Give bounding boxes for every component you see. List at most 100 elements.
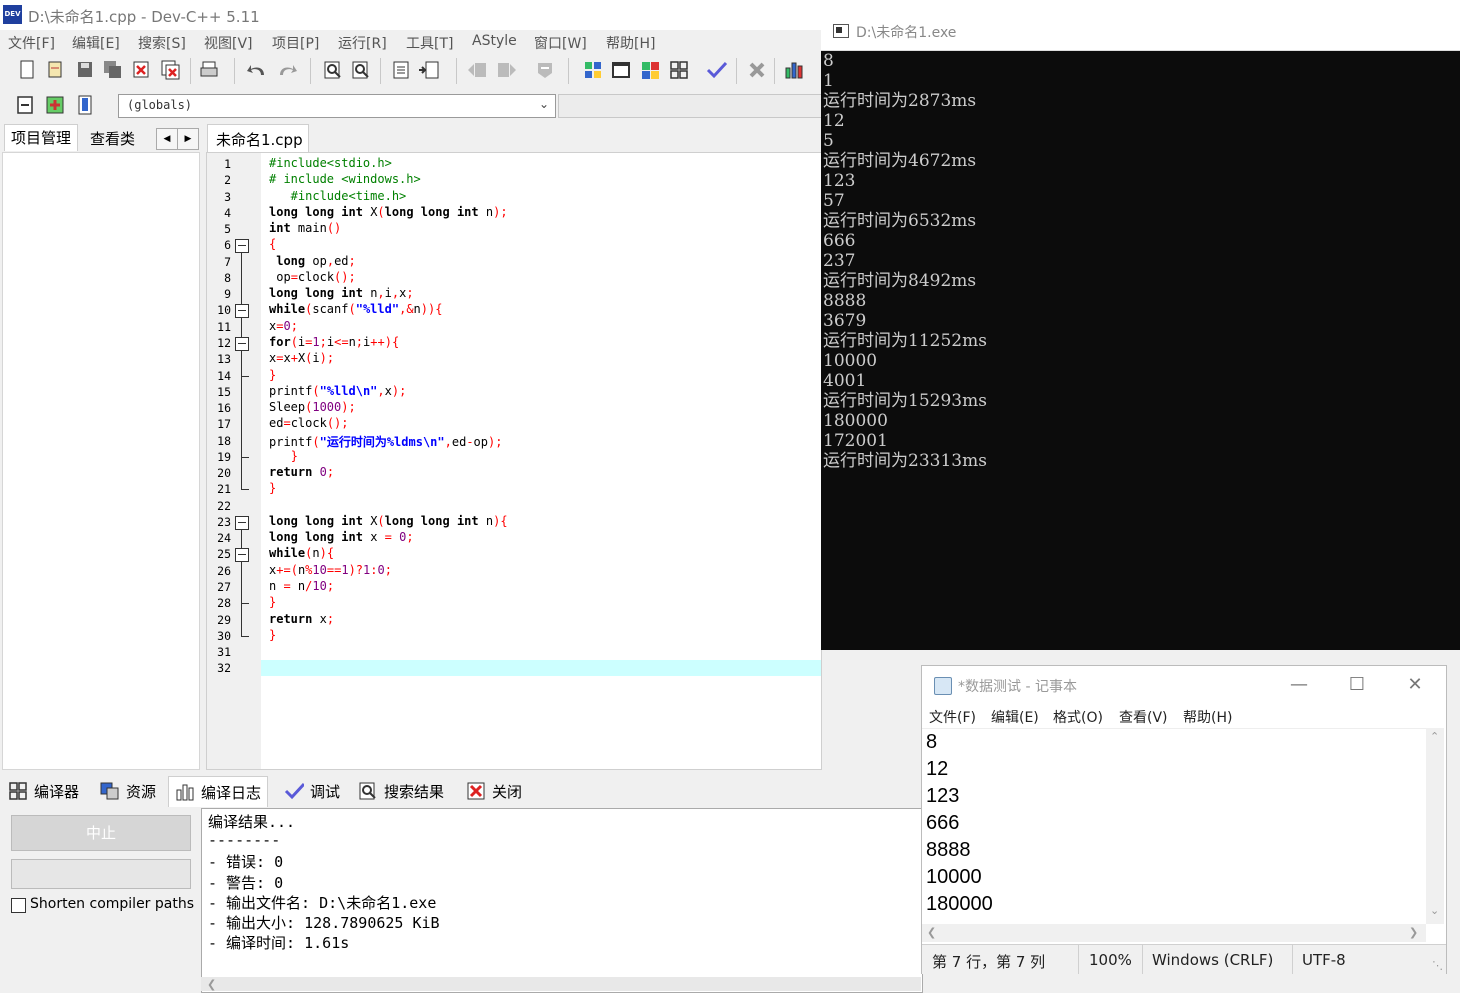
code-line[interactable]: op=clock(); — [269, 270, 356, 284]
compile-run-icon[interactable] — [640, 59, 662, 81]
code-line[interactable]: long op,ed; — [269, 254, 356, 268]
code-line[interactable]: return x; — [269, 612, 334, 626]
menu-view[interactable]: 视图[V] — [204, 33, 253, 53]
code-line[interactable]: #include<time.h> — [269, 189, 407, 203]
menu-edit[interactable]: 编辑[E] — [72, 33, 120, 53]
chevron-down-icon[interactable]: ⌄ — [539, 97, 549, 111]
console-output[interactable]: 8 1 运行时间为2873ms 12 5 运行时间为4672ms 123 57 运行时间为653… — [821, 50, 1460, 650]
tab-close[interactable]: 关闭 — [466, 778, 522, 804]
menu-search[interactable]: 搜索[S] — [138, 33, 186, 53]
code-line[interactable]: printf("%lld\n",x); — [269, 384, 406, 398]
save-icon[interactable] — [74, 59, 96, 81]
code-line[interactable]: # include <windows.h> — [269, 172, 421, 186]
code-line[interactable]: long long int X(long long int n); — [269, 205, 508, 219]
editor-tab-file[interactable]: 未命名1.cpp — [207, 124, 309, 153]
compile-log-output[interactable]: 编译结果... -------- - 错误: 0- 警告: 0- 输出文件名: D:… — [201, 808, 923, 993]
menu-window[interactable]: 窗口[W] — [534, 33, 587, 53]
profile-icon[interactable] — [784, 59, 806, 81]
tab-scroll-left-icon[interactable]: ◀ — [156, 128, 178, 150]
tab-compile-log[interactable]: 编译日志 — [168, 776, 269, 807]
np-menu-format[interactable]: 格式(O) — [1053, 707, 1103, 727]
new-project-icon[interactable] — [14, 94, 36, 116]
open-file-icon[interactable] — [44, 59, 66, 81]
menu-project[interactable]: 项目[P] — [272, 33, 319, 53]
log-horizontal-scrollbar[interactable]: ❮ — [201, 977, 921, 991]
syntax-check-icon[interactable] — [706, 59, 728, 81]
menu-astyle[interactable]: AStyle — [472, 33, 517, 49]
code-line[interactable]: long long int n,i,x; — [269, 286, 414, 300]
tab-class-browser[interactable]: 查看类 — [84, 126, 141, 152]
compile-icon[interactable] — [582, 59, 604, 81]
menu-tools[interactable]: 工具[T] — [406, 33, 453, 53]
np-menu-edit[interactable]: 编辑(E) — [991, 707, 1039, 727]
code-line[interactable]: n = n/10; — [269, 579, 334, 593]
np-menu-help[interactable]: 帮助(H) — [1183, 707, 1232, 727]
np-menu-view[interactable]: 查看(V) — [1119, 707, 1168, 727]
scroll-left-icon[interactable]: ❮ — [927, 926, 936, 939]
members-dropdown[interactable] — [558, 94, 822, 118]
bookmark-prev-icon[interactable] — [466, 59, 488, 81]
code-line[interactable]: x=0; — [269, 319, 298, 333]
shorten-paths-checkbox[interactable] — [11, 898, 26, 913]
tab-scroll-right-icon[interactable]: ▶ — [177, 128, 199, 150]
new-file-icon[interactable] — [16, 59, 38, 81]
tab-debug[interactable]: 调试 — [284, 778, 340, 804]
project-options-icon[interactable] — [74, 94, 96, 116]
redo-icon[interactable] — [276, 59, 298, 81]
code-line[interactable]: } — [269, 449, 298, 463]
code-line[interactable]: Sleep(1000); — [269, 400, 356, 414]
tab-search-results[interactable]: 搜索结果 — [358, 778, 444, 804]
maximize-button[interactable]: ☐ — [1342, 672, 1372, 698]
globals-dropdown[interactable]: (globals) ⌄ — [118, 94, 556, 118]
add-to-project-icon[interactable] — [44, 94, 66, 116]
np-menu-file[interactable]: 文件(F) — [929, 707, 976, 727]
code-line[interactable]: x=x+X(i); — [269, 351, 334, 365]
resize-grip-icon[interactable]: ⋱ — [1432, 959, 1443, 972]
code-line[interactable]: for(i=1;i<=n;i++){ — [269, 335, 399, 349]
tab-resources[interactable]: 资源 — [100, 778, 156, 804]
notepad-vertical-scrollbar[interactable]: ⌃ ⌄ — [1426, 728, 1444, 924]
code-line[interactable]: long long int x = 0; — [269, 530, 414, 544]
comment-icon[interactable] — [534, 59, 556, 81]
notepad-text-area[interactable]: 8 12 123 666 8888 10000 180000 — [922, 728, 1426, 925]
code-line[interactable]: } — [269, 628, 276, 642]
abort-compilation-button[interactable]: 中止 — [11, 815, 191, 851]
code-line[interactable]: int main() — [269, 221, 341, 235]
code-line[interactable]: while(n){ — [269, 546, 334, 560]
bookmark-next-icon[interactable] — [496, 59, 518, 81]
scroll-up-icon[interactable]: ⌃ — [1430, 730, 1439, 743]
project-tree-panel[interactable] — [2, 152, 200, 770]
code-line[interactable]: printf("运行时间为%ldms\n",ed-op); — [269, 433, 502, 450]
stop-execution-icon[interactable] — [746, 59, 768, 81]
close-all-icon[interactable] — [160, 59, 182, 81]
code-editor[interactable]: 1 2 3 4 5 6 7 8 9 10 11 12 13 14 15 16 17 18 19 20 21 22 23 24 2… — [206, 152, 822, 770]
menu-file[interactable]: 文件[F] — [8, 33, 55, 53]
run-icon[interactable] — [610, 59, 632, 81]
close-file-icon[interactable] — [130, 59, 152, 81]
notepad-horizontal-scrollbar[interactable]: ❮ ❯ — [922, 924, 1426, 942]
save-all-icon[interactable] — [102, 59, 124, 81]
code-line[interactable]: } — [269, 481, 276, 495]
replace-icon[interactable] — [350, 59, 372, 81]
menu-run[interactable]: 运行[R] — [338, 33, 387, 53]
code-area[interactable]: #include<stdio.h> # include <windows.h> #… — [207, 153, 821, 769]
scroll-left-icon[interactable]: ❮ — [207, 978, 216, 991]
indent-icon[interactable] — [418, 59, 440, 81]
code-line[interactable]: x+=(n%10==1)?1:0; — [269, 563, 392, 577]
code-line[interactable]: ed=clock(); — [269, 416, 349, 430]
scroll-down-icon[interactable]: ⌄ — [1430, 904, 1439, 917]
code-line[interactable]: long long int X(long long int n){ — [269, 514, 508, 528]
code-line[interactable]: while(scanf("%lld",&n)){ — [269, 302, 442, 316]
code-line[interactable]: #include<stdio.h> — [269, 156, 392, 170]
find-icon[interactable] — [322, 59, 344, 81]
minimize-button[interactable]: — — [1284, 672, 1314, 698]
scroll-right-icon[interactable]: ❯ — [1409, 926, 1418, 939]
goto-line-icon[interactable] — [390, 59, 412, 81]
code-line[interactable]: } — [269, 595, 276, 609]
code-line[interactable]: { — [269, 237, 276, 251]
print-icon[interactable] — [198, 59, 220, 81]
rebuild-icon[interactable] — [668, 59, 690, 81]
code-line[interactable]: } — [269, 368, 276, 382]
undo-icon[interactable] — [246, 59, 268, 81]
code-line[interactable]: return 0; — [269, 465, 334, 479]
